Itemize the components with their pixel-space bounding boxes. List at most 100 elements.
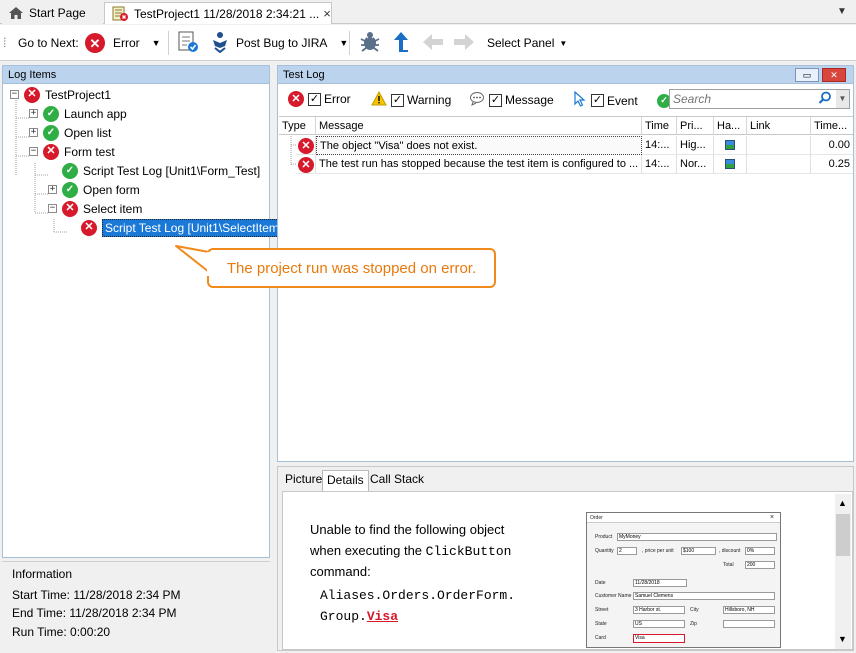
post-bug-jira-button[interactable]: Post Bug to JIRA ▼ — [209, 25, 348, 61]
select-panel-button[interactable]: Select Panel ▼ — [487, 25, 567, 61]
arrow-up-icon — [390, 30, 412, 57]
scroll-down-icon[interactable]: ▼ — [838, 634, 847, 644]
column-header-priority[interactable]: Pri... — [677, 117, 714, 135]
checklist-icon — [176, 30, 200, 57]
filter-warning-checkbox[interactable]: ✓ — [391, 93, 404, 107]
thumb-field: Hillsboro, NH — [723, 606, 775, 614]
tree-item-open-list[interactable]: + ✓ Open list — [29, 123, 111, 142]
go-to-parent-button[interactable] — [390, 25, 412, 61]
row-link[interactable] — [747, 155, 811, 174]
search-options-chevron-icon[interactable]: ▼ — [836, 90, 849, 108]
row-link[interactable] — [747, 136, 811, 155]
tab-label: Start Page — [29, 6, 86, 20]
event-cursor-icon — [573, 90, 587, 110]
post-bug-label: Post Bug to JIRA — [236, 36, 328, 50]
picture-icon[interactable] — [725, 159, 735, 170]
tab-picture[interactable]: Picture — [281, 470, 326, 490]
tree-item-select-item[interactable]: − ✕ Select item — [48, 199, 142, 218]
document-tab-bar: Start Page TestProject1 11/28/2018 2:34:… — [0, 0, 856, 24]
collapse-icon[interactable]: − — [48, 204, 57, 213]
tree-item-label: Open list — [64, 125, 112, 140]
thumb-title: Order — [590, 515, 603, 521]
collapse-icon[interactable]: − — [29, 147, 38, 156]
error-icon: ✕ — [85, 33, 105, 53]
picture-icon[interactable] — [725, 140, 735, 151]
log-items-panel: Log Items − ✕ TestProject1 + ✓ Launch ap… — [2, 65, 286, 558]
filter-message[interactable]: ✓ Message — [469, 91, 554, 109]
tree-item-open-form[interactable]: + ✓ Open form — [48, 180, 140, 199]
row-priority: Hig... — [677, 136, 714, 155]
row-type-cell: ✕ — [296, 136, 316, 155]
chevron-down-icon[interactable]: ▼ — [339, 38, 348, 48]
log-icon — [111, 6, 129, 22]
information-panel: Information Start Time: 11/28/2018 2:34 … — [2, 561, 270, 651]
back-button[interactable] — [421, 25, 445, 61]
expand-icon[interactable]: + — [48, 185, 57, 194]
expand-icon[interactable]: + — [29, 109, 38, 118]
row-time: 14:... — [642, 136, 677, 155]
go-to-next-error-button[interactable]: ✕ Error ▼ — [85, 25, 161, 61]
tree-item-form-test[interactable]: − ✕ Form test — [29, 142, 115, 161]
filter-warning[interactable]: ✓ Warning — [371, 90, 451, 109]
tab-details[interactable]: Details — [322, 470, 369, 491]
success-icon: ✓ — [62, 162, 78, 179]
checklist-button[interactable] — [176, 25, 200, 61]
filter-label: Event — [607, 93, 638, 108]
chevron-down-icon[interactable]: ▼ — [152, 38, 161, 48]
callout-annotation: The project run was stopped on error. — [207, 248, 496, 288]
log-items-title: Log Items — [3, 66, 269, 84]
search-box: ▼ — [669, 89, 850, 109]
tree-item-script-test-log-selectitem[interactable]: ✕ Script Test Log [Unit1\SelectItem] — [81, 218, 286, 237]
warning-icon — [371, 90, 387, 109]
tab-call-stack[interactable]: Call Stack — [366, 470, 428, 490]
column-header-link[interactable]: Link — [747, 117, 811, 135]
tree-item-script-test-log-form-test[interactable]: ✓ Script Test Log [Unit1\Form_Test] — [62, 161, 260, 180]
collapse-icon[interactable]: − — [10, 90, 19, 99]
filter-error[interactable]: ✕ ✓ Error — [288, 91, 351, 107]
close-tab-icon[interactable]: × — [319, 6, 331, 21]
tree-item-testproject1[interactable]: − ✕ TestProject1 — [10, 85, 111, 104]
tab-list-dropdown-icon[interactable]: ▼ — [834, 4, 850, 20]
column-header-message[interactable]: Message — [316, 117, 642, 135]
screenshot-thumbnail[interactable]: Order × Product MyMoney Quantity 2 , pri… — [586, 512, 781, 648]
column-header-time-diff[interactable]: Time... — [811, 117, 853, 135]
tree-item-label: Launch app — [64, 106, 127, 121]
error-icon: ✕ — [43, 143, 59, 160]
tab-test-log[interactable]: TestProject1 11/28/2018 2:34:21 ... × — [104, 2, 332, 24]
filter-event-checkbox[interactable]: ✓ — [591, 94, 604, 107]
tab-start-page[interactable]: Start Page — [2, 2, 103, 24]
thumb-field: $100 — [681, 547, 716, 555]
search-icon[interactable] — [818, 91, 832, 108]
error-icon: ✕ — [298, 138, 314, 154]
filter-error-checkbox[interactable]: ✓ — [308, 92, 321, 106]
column-header-type[interactable]: Type — [279, 117, 316, 135]
close-icon[interactable]: ✕ — [822, 68, 846, 82]
restore-icon[interactable]: ▭ — [795, 68, 819, 82]
column-header-time[interactable]: Time — [642, 117, 677, 135]
filter-event[interactable]: ✓ Event — [573, 90, 638, 110]
forward-button[interactable] — [452, 25, 476, 61]
scroll-up-icon[interactable]: ▲ — [838, 498, 847, 508]
success-icon: ✓ — [43, 105, 59, 122]
thumb-label: Street — [595, 607, 609, 613]
filter-label: Message — [505, 93, 554, 107]
bug-tracker-button[interactable] — [358, 25, 382, 61]
scroll-thumb[interactable] — [836, 514, 850, 556]
log-filter-bar: ✕ ✓ Error ✓ Warning ✓ Message ✓ Event ✓ … — [278, 85, 853, 113]
tree-item-label: Open form — [83, 182, 140, 197]
column-header-has-picture[interactable]: Ha... — [714, 117, 747, 135]
toolbar-separator — [168, 31, 169, 55]
thumb-label: Quantity — [595, 548, 614, 554]
detail-method: ClickButton — [425, 544, 512, 559]
filter-message-checkbox[interactable]: ✓ — [489, 93, 502, 107]
row-type-cell: ✕ — [296, 155, 316, 174]
expand-icon[interactable]: + — [29, 128, 38, 137]
tree-item-launch-app[interactable]: + ✓ Launch app — [29, 104, 127, 123]
thumb-label: Total — [723, 562, 734, 568]
thumb-label: Zip — [690, 621, 697, 627]
toolbar-grip — [4, 25, 6, 61]
test-log-title: Test Log — [278, 66, 853, 84]
tree-item-label: Script Test Log [Unit1\Form_Test] — [83, 163, 261, 178]
details-scrollbar[interactable]: ▲ ▼ — [835, 494, 851, 649]
search-input[interactable] — [670, 92, 814, 106]
